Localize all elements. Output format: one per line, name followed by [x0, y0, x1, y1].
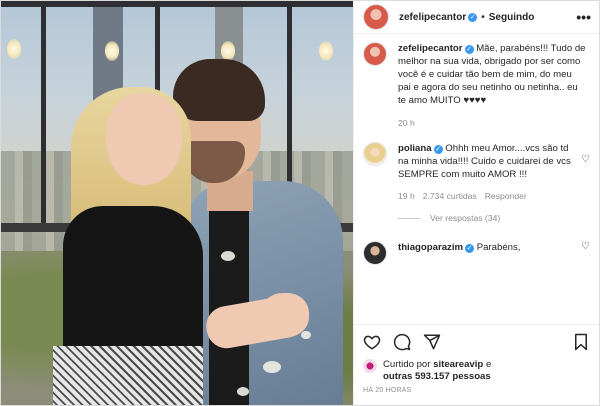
likes-others[interactable]: outras 593.157 pessoas — [383, 371, 491, 382]
post-timestamp[interactable]: HÁ 20 HORAS — [354, 383, 599, 405]
liker-username[interactable]: siteareavip — [433, 359, 483, 370]
window-frame — [1, 1, 353, 7]
paint-splatter — [221, 251, 235, 261]
share-icon[interactable] — [423, 333, 441, 351]
view-replies-button[interactable]: Ver respostas (34) — [398, 213, 590, 223]
paint-splatter — [263, 361, 281, 373]
woman-face — [106, 93, 182, 185]
likes-summary: Curtido por siteareavip e outras 593.157… — [354, 359, 599, 383]
comment-item: thiagoparazim ✓ Parabéns, ♡ — [363, 241, 590, 265]
post-header: zefelipecantor ✓ • Seguindo ••• — [354, 1, 599, 34]
author-username[interactable]: zefelipecantor — [399, 12, 466, 23]
ceiling-lamp — [221, 41, 235, 61]
ceiling-lamp — [105, 41, 119, 61]
post-side-panel: zefelipecantor ✓ • Seguindo ••• zefelipe… — [353, 1, 599, 405]
verified-badge-icon: ✓ — [433, 145, 443, 154]
comment-like-heart-icon[interactable]: ♡ — [581, 142, 590, 165]
comment-like-heart-icon[interactable]: ♡ — [581, 241, 590, 252]
woman-top — [63, 206, 203, 356]
verified-badge-icon: ✓ — [468, 12, 478, 22]
comments-list[interactable]: zefelipecantor ✓ Mãe, parabéns!!! Tudo de… — [354, 34, 599, 324]
more-options-icon[interactable]: ••• — [576, 9, 591, 25]
bookmark-icon[interactable] — [572, 333, 590, 351]
replies-divider — [398, 217, 420, 219]
comment-time[interactable]: 19 h — [398, 190, 415, 203]
woman-skirt — [53, 346, 203, 405]
author-avatar[interactable] — [363, 4, 389, 30]
commenter-avatar[interactable] — [363, 241, 387, 265]
comment-body: poliana ✓ Ohhh meu Amor....vcs são td na … — [398, 142, 574, 203]
comment-icon[interactable] — [393, 333, 411, 351]
view-replies-label[interactable]: Ver respostas (34) — [430, 213, 500, 223]
verified-badge-icon: ✓ — [464, 45, 474, 54]
paint-splatter — [301, 331, 311, 339]
ceiling-lamp — [319, 41, 333, 61]
comment-text: Parabéns, — [476, 242, 521, 253]
comment-likes[interactable]: 2.734 curtidas — [423, 190, 477, 203]
separator-dot: • — [481, 11, 485, 23]
comment-meta: 19 h 2.734 curtidas Responder — [398, 190, 574, 203]
man-jacket — [183, 181, 343, 405]
ceiling-lamp — [7, 39, 21, 59]
reply-button[interactable]: Responder — [485, 190, 527, 203]
caption: zefelipecantor ✓ Mãe, parabéns!!! Tudo de… — [363, 42, 590, 130]
caption-username[interactable]: zefelipecantor — [398, 43, 463, 54]
author-avatar[interactable] — [363, 42, 387, 66]
likes-text: Curtido por siteareavip e outras 593.157… — [383, 359, 491, 383]
post-photo[interactable] — [1, 1, 353, 405]
comment-item: poliana ✓ Ohhh meu Amor....vcs são td na … — [363, 142, 590, 203]
likes-prefix: Curtido por — [383, 359, 431, 370]
window-frame — [41, 1, 46, 231]
likes-and: e — [485, 359, 492, 370]
following-button[interactable]: Seguindo — [489, 12, 535, 23]
verified-badge-icon: ✓ — [465, 244, 475, 253]
comment-username[interactable]: thiagoparazim — [398, 242, 463, 253]
action-bar — [354, 324, 599, 359]
commenter-avatar[interactable] — [363, 142, 387, 166]
caption-time[interactable]: 20 h — [398, 117, 415, 130]
liker-avatar[interactable] — [363, 359, 377, 373]
comment-body: thiagoparazim ✓ Parabéns, — [398, 241, 574, 254]
caption-meta: 20 h — [398, 117, 586, 130]
woman-hand — [261, 293, 309, 337]
heart-icon[interactable] — [363, 333, 381, 351]
caption-body: zefelipecantor ✓ Mãe, parabéns!!! Tudo de… — [398, 42, 586, 130]
paint-splatter — [237, 387, 249, 396]
comment-username[interactable]: poliana — [398, 143, 432, 154]
instagram-post: zefelipecantor ✓ • Seguindo ••• zefelipe… — [0, 0, 600, 406]
